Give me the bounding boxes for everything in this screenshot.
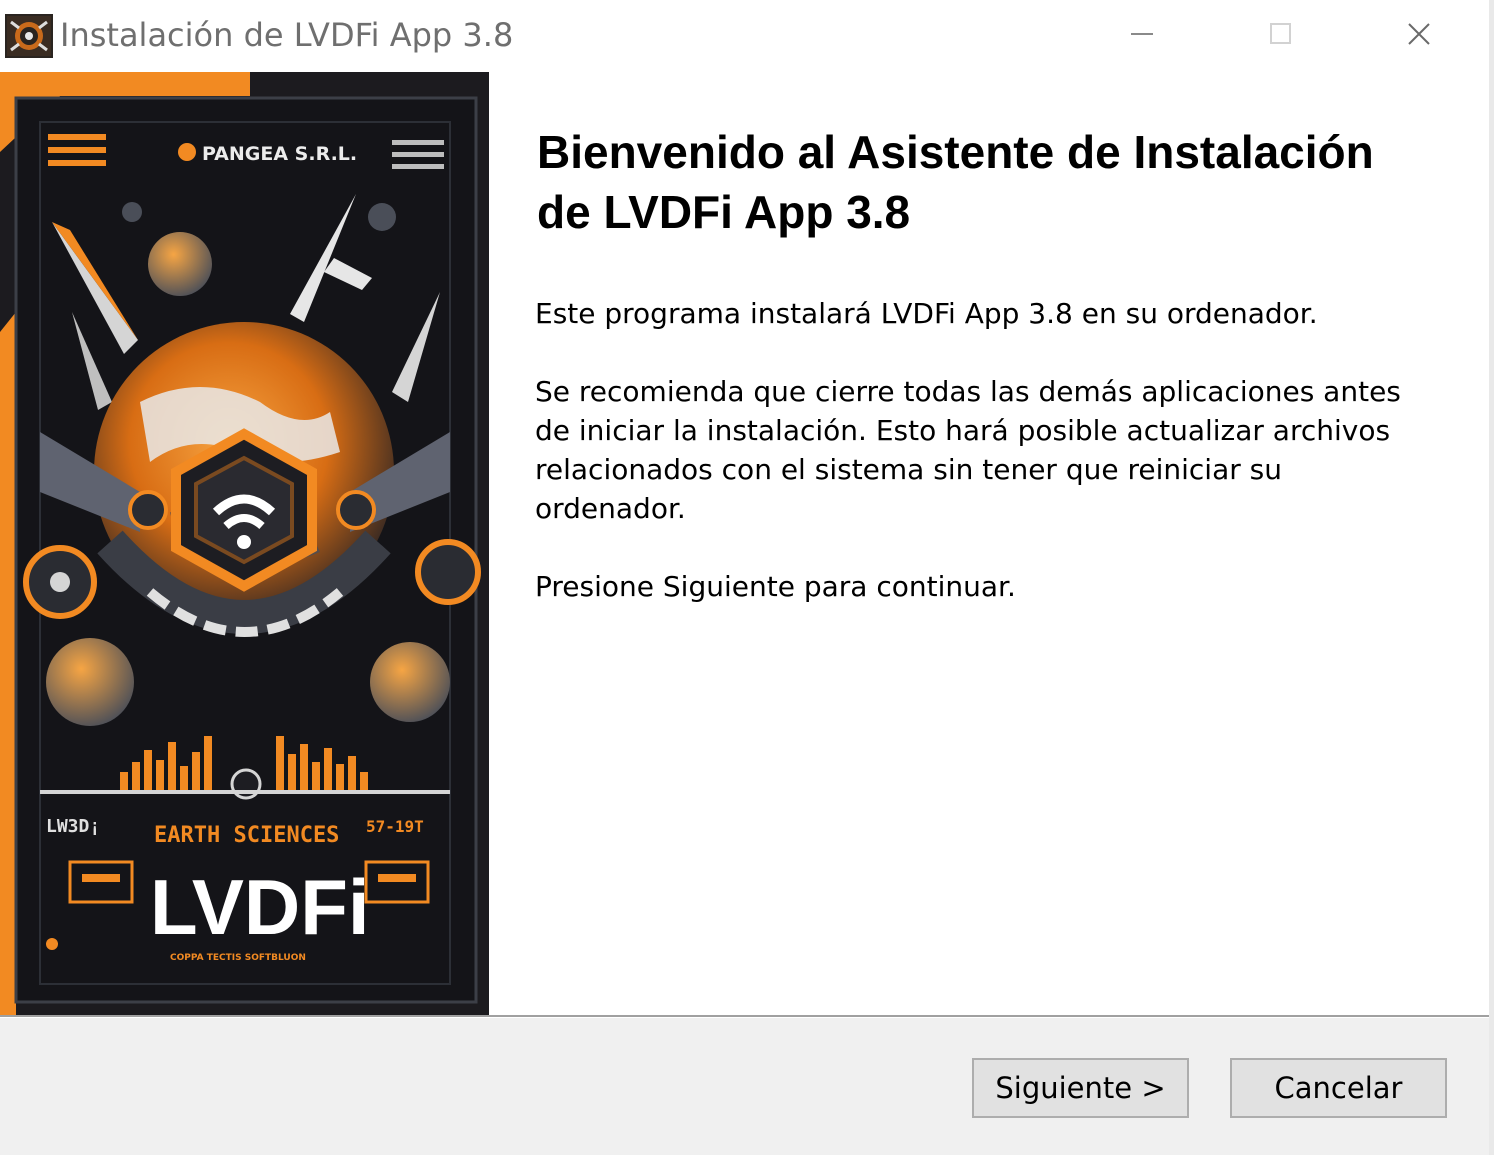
installer-side-image: PANGEA S.R.L. LW3D¡ EARTH SCIENCES 57-19…	[0, 72, 489, 1016]
pangea-poster-illustration: PANGEA S.R.L. LW3D¡ EARTH SCIENCES 57-19…	[0, 72, 489, 1016]
cancel-button[interactable]: Cancelar	[1230, 1058, 1447, 1118]
next-button[interactable]: Siguiente >	[972, 1058, 1189, 1118]
minimize-icon	[1131, 33, 1153, 35]
poster-brand: LVDFi	[150, 863, 370, 951]
title-bar[interactable]: Instalación de LVDFi App 3.8	[0, 0, 1489, 72]
poster-tagline: EARTH SCIENCES	[154, 823, 339, 848]
poster-right-tag: 57-19T	[366, 817, 424, 836]
company-name-text: PANGEA S.R.L.	[202, 143, 357, 165]
poster-footer-text: COPPA TECTIS SOFTBLUON	[170, 953, 306, 963]
recommendation-text: Se recomienda que cierre todas las demás…	[535, 375, 1401, 525]
button-bar: Siguiente > Cancelar	[0, 1018, 1489, 1155]
installer-window: Instalación de LVDFi App 3.8 PANGEA S.R.…	[0, 0, 1494, 1155]
installer-app-icon[interactable]	[5, 14, 53, 58]
minimize-button[interactable]	[1074, 0, 1212, 68]
close-icon	[1408, 23, 1430, 45]
welcome-content: Bienvenido al Asistente de Instalación d…	[489, 72, 1489, 1016]
window-border	[1489, 0, 1494, 1155]
poster-left-tag: LW3D¡	[46, 816, 100, 837]
close-button[interactable]	[1350, 0, 1488, 68]
intro-text: Este programa instalará LVDFi App 3.8 en…	[535, 297, 1318, 330]
maximize-button[interactable]	[1212, 0, 1350, 68]
continue-instruction-text: Presione Siguiente para continuar.	[535, 570, 1016, 603]
welcome-heading: Bienvenido al Asistente de Instalación d…	[537, 126, 1374, 238]
window-title: Instalación de LVDFi App 3.8	[60, 16, 514, 54]
maximize-icon	[1270, 23, 1291, 44]
